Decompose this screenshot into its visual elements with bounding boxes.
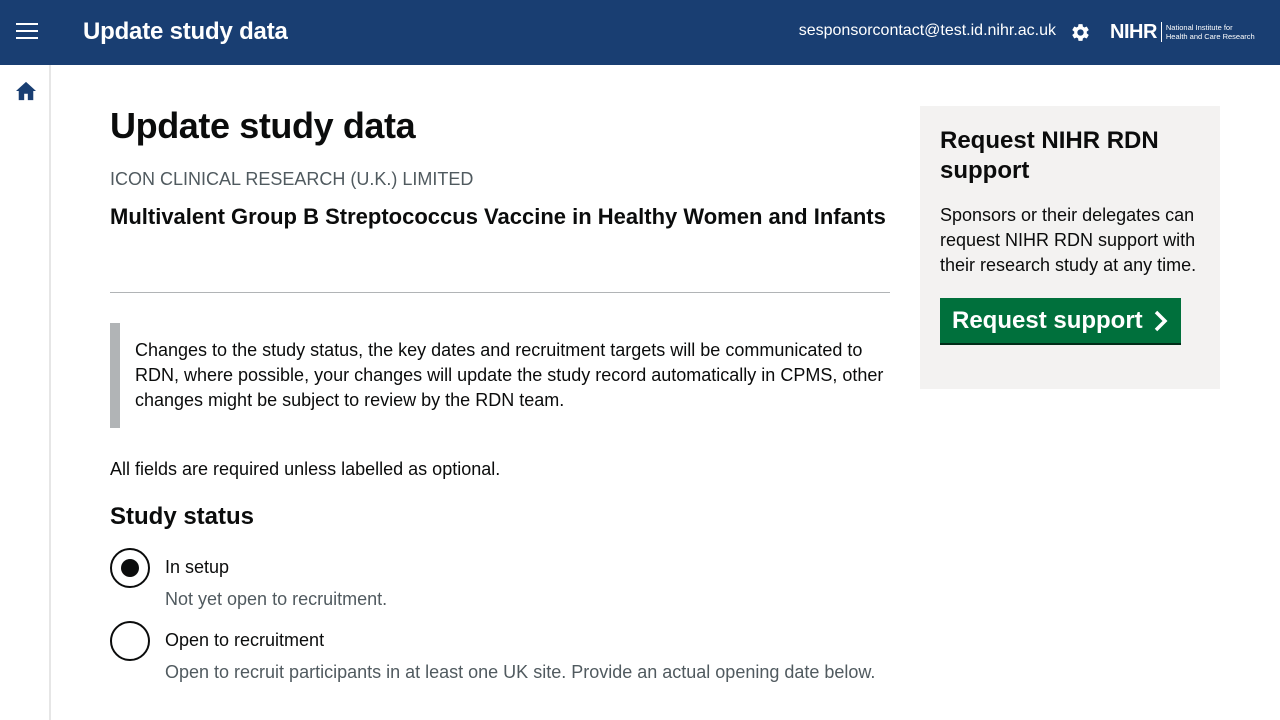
app-title: Update study data bbox=[83, 18, 288, 45]
radio-hint-in-setup: Not yet open to recruitment. bbox=[165, 589, 388, 609]
side-navigation bbox=[0, 65, 51, 720]
radio-hint-open-to-recruitment: Open to recruit participants in at least… bbox=[165, 662, 876, 682]
required-fields-note: All fields are required unless labelled … bbox=[110, 459, 501, 479]
request-support-panel: Request NIHR RDN support Sponsors or the… bbox=[920, 106, 1220, 389]
page-title: Update study data bbox=[110, 105, 416, 146]
user-email: sesponsorcontact@test.id.nihr.ac.uk bbox=[798, 22, 1056, 39]
study-title: Multivalent Group B Streptococcus Vaccin… bbox=[110, 204, 886, 229]
organisation-name: ICON CLINICAL RESEARCH (U.K.) LIMITED bbox=[110, 169, 474, 189]
chevron-right-icon bbox=[1154, 310, 1168, 331]
logo-text-line2: Health and Care Research bbox=[1165, 32, 1255, 41]
inset-text: Changes to the study status, the key dat… bbox=[110, 323, 890, 428]
logo-text-line1: National Institute for bbox=[1165, 23, 1233, 32]
radio-button-open-to-recruitment[interactable] bbox=[110, 621, 150, 661]
request-support-label: Request support bbox=[952, 306, 1143, 334]
support-panel-text: Sponsors or their delegates can request … bbox=[940, 205, 1197, 275]
radio-button-in-setup[interactable] bbox=[110, 548, 150, 588]
gear-icon[interactable] bbox=[1070, 22, 1091, 43]
support-panel-title: Request NIHR RDN support bbox=[940, 127, 1159, 184]
radio-label-in-setup[interactable]: In setup bbox=[165, 557, 229, 578]
logo-divider bbox=[1160, 22, 1162, 42]
home-icon[interactable] bbox=[15, 81, 37, 101]
logo-text: National Institute for Health and Care R… bbox=[1166, 23, 1255, 41]
request-support-button[interactable]: Request support bbox=[940, 298, 1181, 343]
section-divider bbox=[110, 292, 890, 293]
study-status-heading: Study status bbox=[110, 503, 255, 530]
nihr-logo[interactable]: NIHR National Institute for Health and C… bbox=[1110, 18, 1255, 46]
hamburger-menu-icon[interactable] bbox=[16, 23, 38, 41]
radio-label-open-to-recruitment[interactable]: Open to recruitment bbox=[165, 630, 324, 651]
logo-mark: NIHR bbox=[1110, 20, 1157, 43]
top-header: Update study data sesponsorcontact@test.… bbox=[0, 0, 1280, 65]
